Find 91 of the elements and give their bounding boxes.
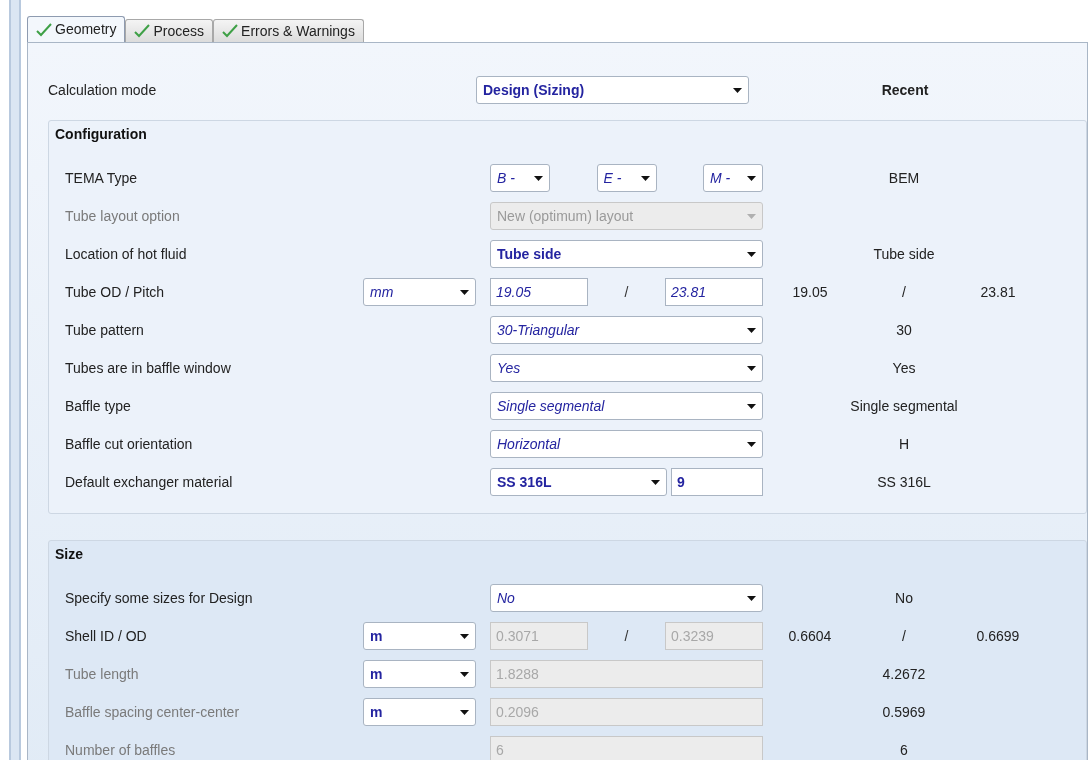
recent-header: Recent [881, 80, 929, 100]
dropdown[interactable]: Tube side [490, 240, 763, 268]
dropdown-caret-icon [733, 87, 742, 93]
check-icon [222, 24, 239, 38]
dropdown-caret-icon [460, 671, 469, 677]
dropdown-value: SS 316L [497, 472, 552, 492]
dropdown-value: Horizontal [497, 434, 561, 454]
recent-value: 0.6604 [787, 626, 833, 646]
dropdown[interactable]: Single segmental [490, 392, 763, 420]
recent-value: / [901, 626, 907, 646]
dropdown-value: M - [710, 168, 731, 188]
dropdown-value: m [370, 664, 383, 684]
recent-value: 23.81 [979, 282, 1017, 302]
dropdown[interactable]: Horizontal [490, 430, 763, 458]
recent-value: Single segmental [850, 396, 958, 416]
recent-value: 19.05 [791, 282, 829, 302]
field-label: Tubes are in baffle window [65, 358, 232, 378]
tab[interactable]: Errors & Warnings [213, 19, 364, 42]
dropdown-value: E - [603, 168, 622, 188]
dropdown-value: New (optimum) layout [497, 206, 634, 226]
dropdown-caret-icon [747, 441, 756, 447]
field-label: Default exchanger material [65, 472, 234, 492]
recent-value: 0.6699 [975, 626, 1021, 646]
check-icon [36, 22, 52, 37]
dropdown-caret-icon [747, 365, 756, 371]
dropdown-value: m [370, 626, 383, 646]
dropdown[interactable]: 30-Triangular [490, 316, 763, 344]
dropdown-value: mm [370, 282, 394, 302]
recent-value: SS 316L [877, 472, 931, 492]
dropdown[interactable]: Yes [490, 354, 763, 382]
recent-value: No [895, 588, 913, 608]
dropdown-value: Single segmental [497, 396, 605, 416]
dropdown-caret-icon [460, 289, 469, 295]
calculation-mode-dropdown[interactable]: Design (Sizing) [476, 76, 749, 104]
group-title: Size [55, 544, 84, 564]
dropdown-caret-icon [651, 479, 660, 485]
field-label: Location of hot fluid [65, 244, 188, 264]
dropdown-caret-icon [460, 709, 469, 715]
dropdown-value: No [497, 588, 515, 608]
recent-value: 0.5969 [882, 702, 926, 722]
recent-value: Yes [892, 358, 916, 378]
dropdown-caret-icon [747, 327, 756, 333]
dropdown-caret-icon [747, 403, 756, 409]
field-label: Baffle type [65, 396, 132, 416]
field-label: Tube pattern [65, 320, 145, 340]
unit-dropdown[interactable]: m [363, 622, 476, 650]
recent-value: H [898, 434, 910, 454]
dropdown-caret-icon [640, 175, 650, 181]
dropdown-value: m [370, 702, 383, 722]
field-label: Tube layout option [65, 206, 181, 226]
field-label: Specify some sizes for Design [65, 588, 254, 608]
dropdown-value: 30-Triangular [497, 320, 580, 340]
dropdown[interactable]: No [490, 584, 763, 612]
dropdown-caret-icon [460, 633, 469, 639]
recent-value: Tube side [873, 244, 935, 264]
input-field[interactable]: 23.81 [665, 278, 763, 306]
dropdown-caret-icon [747, 213, 756, 219]
dropdown[interactable]: E - [596, 164, 657, 192]
dropdown-caret-icon [747, 175, 756, 181]
dropdown-caret-icon [747, 595, 756, 601]
field-label: Baffle spacing center-center [65, 702, 241, 722]
recent-value: 6 [900, 740, 908, 760]
tab[interactable]: Process [125, 19, 214, 42]
separator: / [624, 626, 629, 646]
dropdown-value: Design (Sizing) [483, 80, 585, 100]
field-label: TEMA Type [65, 168, 139, 188]
field-label: Tube length [65, 664, 140, 684]
dropdown-caret-icon [534, 175, 543, 181]
unit-dropdown[interactable]: mm [363, 278, 476, 306]
recent-value: / [901, 282, 907, 302]
group-title: Configuration [55, 124, 148, 144]
field-label: Baffle cut orientation [65, 434, 194, 454]
field-label: Tube OD / Pitch [65, 282, 166, 302]
field-label: Calculation mode [48, 80, 158, 100]
recent-value: BEM [888, 168, 920, 188]
input-field[interactable]: 19.05 [490, 278, 588, 306]
recent-value: 4.2672 [882, 664, 926, 684]
dropdown-value: Yes [497, 358, 521, 378]
field-label: Shell ID / OD [65, 626, 148, 646]
dropdown[interactable]: B - [490, 164, 550, 192]
input-field[interactable]: 9 [671, 468, 763, 496]
dropdown[interactable]: SS 316L [490, 468, 667, 496]
recent-value: 30 [896, 320, 912, 340]
tab[interactable]: Geometry [27, 16, 126, 42]
field-label: Number of baffles [65, 740, 177, 760]
dropdown-value: B - [497, 168, 515, 188]
dropdown-caret-icon [747, 251, 756, 257]
dropdown-value: Tube side [497, 244, 562, 264]
check-icon [134, 24, 151, 38]
dropdown[interactable]: M - [703, 164, 763, 192]
separator: / [624, 282, 629, 302]
